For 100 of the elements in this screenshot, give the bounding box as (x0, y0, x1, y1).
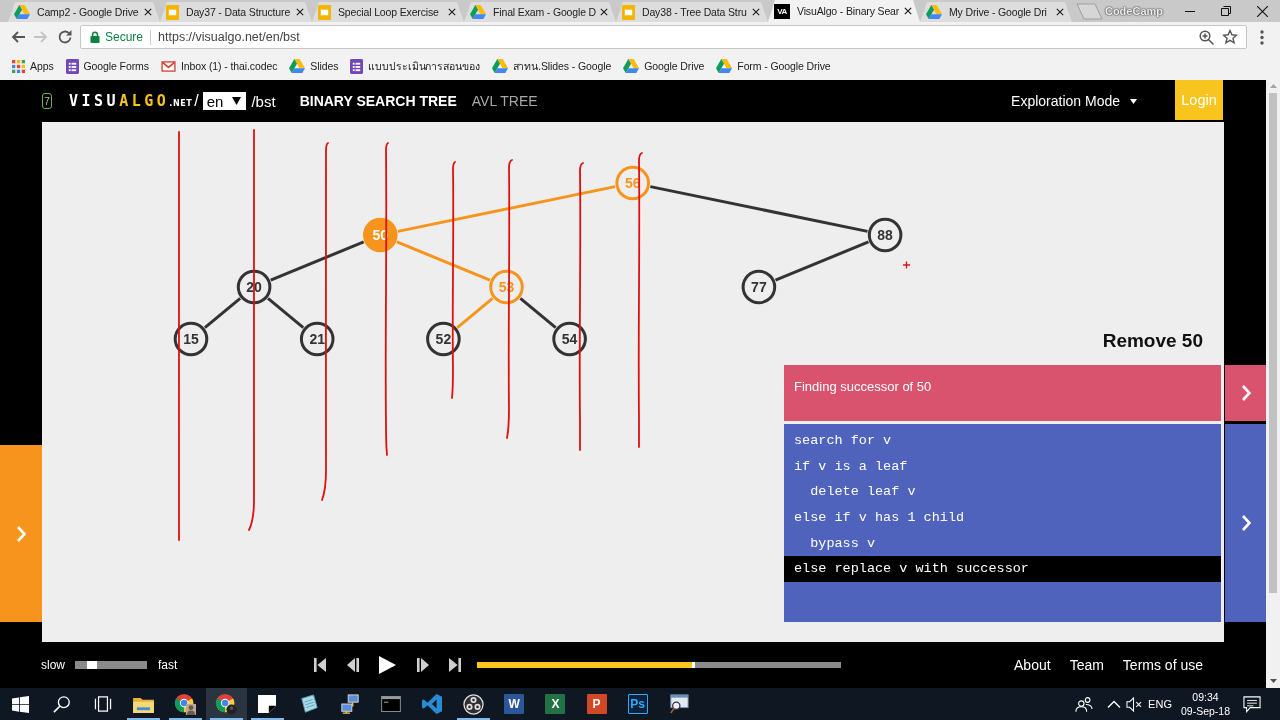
clock-time[interactable]: 09:34 (1192, 690, 1219, 703)
path-label: /bst (251, 92, 276, 110)
tree-node[interactable]: 21 (299, 321, 335, 357)
operation-title: Remove 50 (1102, 330, 1203, 352)
star-icon[interactable] (1222, 29, 1238, 45)
code-line: else if v has 1 child (794, 509, 965, 528)
bookmark-item[interactable]: Google Forms (65, 58, 149, 74)
caret-icon (1130, 98, 1137, 104)
bookmark-item[interactable]: Apps (12, 59, 54, 73)
form-icon (65, 58, 79, 74)
bookmark-item[interactable]: แบบประเมินการสอนของ (350, 57, 480, 75)
browser-tab[interactable]: Final Exam - Google D (464, 2, 616, 22)
bookmark-item[interactable]: Google Drive (623, 59, 705, 73)
language-select[interactable]: en (202, 92, 247, 110)
triangle-logo-icon (716, 59, 733, 73)
browser-tab[interactable]: Special Loop Exercise (312, 2, 464, 22)
slides-icon (622, 4, 635, 20)
bookmark-item[interactable]: Inbox (1) - thai.codec (160, 60, 278, 72)
footer-link[interactable]: Terms of use (1122, 657, 1203, 673)
browser-icon (174, 693, 197, 715)
chevron-up-icon[interactable] (1107, 700, 1122, 708)
nav-link[interactable]: BINARY SEARCH TREE (299, 93, 457, 109)
letter-tile-icon: Ps (627, 694, 648, 714)
tree-node[interactable]: 15 (173, 321, 209, 357)
spreadsheet-icon: X (545, 694, 566, 714)
close-icon[interactable] (1056, 8, 1064, 16)
footer-link[interactable]: About (1014, 657, 1051, 673)
tree-node[interactable]: 54 (552, 321, 587, 357)
speed-label: slow (41, 658, 65, 672)
code-editor-icon (421, 694, 442, 714)
notification-icon[interactable] (1243, 695, 1261, 713)
profile-name[interactable]: CodeCamp (1104, 5, 1163, 17)
close-icon[interactable] (904, 7, 912, 15)
bookmark-item[interactable]: Form - Google Drive (716, 59, 831, 73)
notepad-icon (298, 694, 319, 714)
browser-tab[interactable]: My Drive - Google Dri (920, 2, 1072, 22)
close-icon[interactable] (144, 8, 152, 16)
taskbar-button[interactable]: P (575, 688, 618, 720)
close-icon[interactable] (448, 8, 456, 16)
skip-to-end-icon[interactable] (449, 658, 461, 672)
presentation-icon: P (586, 694, 607, 714)
close-icon[interactable] (600, 8, 608, 16)
security-label: Secure (105, 30, 144, 44)
url-text: https://visualgo.net/en/bst (158, 30, 300, 44)
document-icon: W (504, 694, 525, 714)
speed-slider[interactable] (75, 661, 147, 669)
speaker-muted-icon[interactable] (1126, 696, 1143, 712)
step-back-icon[interactable] (346, 658, 359, 672)
bookmark-item[interactable]: สาทน.Slides - Google (491, 57, 612, 75)
slider-thumb[interactable] (87, 661, 98, 669)
menu-icon[interactable] (1260, 29, 1264, 45)
browser-icon (215, 693, 238, 715)
form-icon (350, 58, 364, 74)
slides-icon (318, 4, 331, 20)
skip-to-start-icon[interactable] (314, 658, 326, 672)
zoom-icon[interactable] (1199, 29, 1214, 45)
browser-tab[interactable]: Camp2 - Google Drive (8, 2, 160, 22)
code-line: delete leaf v (809, 483, 916, 502)
status-panel-tab[interactable] (1225, 365, 1266, 421)
minimize-icon[interactable] (1185, 10, 1195, 12)
close-icon[interactable] (296, 8, 304, 16)
taskbar-button[interactable]: X (534, 688, 576, 720)
triangle-logo-icon (14, 5, 30, 19)
browser-tab[interactable]: Day38 - Tree Data Stru (616, 2, 768, 22)
status-text: Finding successor of 50 (794, 379, 932, 394)
bookmark-item[interactable]: Slides (289, 59, 339, 73)
play-icon[interactable] (379, 656, 396, 674)
address-bar[interactable]: Secure https://visualgo.net/en/bst (80, 25, 1247, 49)
triangle-logo-icon (289, 59, 306, 73)
nav-link[interactable]: AVL TREE (471, 93, 538, 109)
tree-node[interactable]: 52 (426, 321, 461, 357)
people-icon[interactable] (1075, 695, 1094, 713)
step-forward-icon[interactable] (416, 658, 429, 672)
scrollbar-thumb[interactable] (1269, 93, 1277, 593)
chevron-right-icon (1240, 384, 1251, 402)
scroll-down-icon[interactable] (1269, 679, 1277, 683)
browser-tab[interactable]: Day37 - Data Structure (160, 2, 312, 22)
browser-tab[interactable]: VA VisuAlgo - Binary Sear (768, 0, 920, 22)
back-arrow-icon[interactable] (10, 29, 26, 45)
reload-icon[interactable] (57, 29, 73, 45)
tree-node[interactable]: 88 (867, 217, 903, 253)
caret-icon (232, 97, 242, 105)
taskbar-button[interactable] (205, 688, 247, 720)
language-indicator[interactable]: ENG (1148, 698, 1172, 710)
mode-dropdown[interactable]: Exploration Mode (1011, 93, 1137, 109)
envelope-icon (160, 60, 176, 72)
triangle-logo-icon (623, 59, 640, 73)
close-icon[interactable] (1257, 5, 1268, 17)
clock-date[interactable]: 09-Sep-18 (1180, 705, 1230, 718)
close-icon[interactable] (752, 8, 760, 16)
code-line: bypass v (809, 534, 875, 553)
maximize-icon[interactable] (1221, 6, 1231, 16)
chevron-right-icon (1240, 514, 1251, 532)
taskbar-button[interactable]: Ps (617, 688, 659, 720)
folder-icon (133, 695, 155, 713)
footer-link[interactable]: Team (1069, 657, 1104, 673)
grid-icon (12, 59, 25, 73)
site-logo[interactable]: VISU ALGO.NET (69, 92, 193, 110)
tree-node[interactable]: 77 (741, 269, 777, 305)
taskbar-button[interactable]: W (493, 688, 535, 720)
